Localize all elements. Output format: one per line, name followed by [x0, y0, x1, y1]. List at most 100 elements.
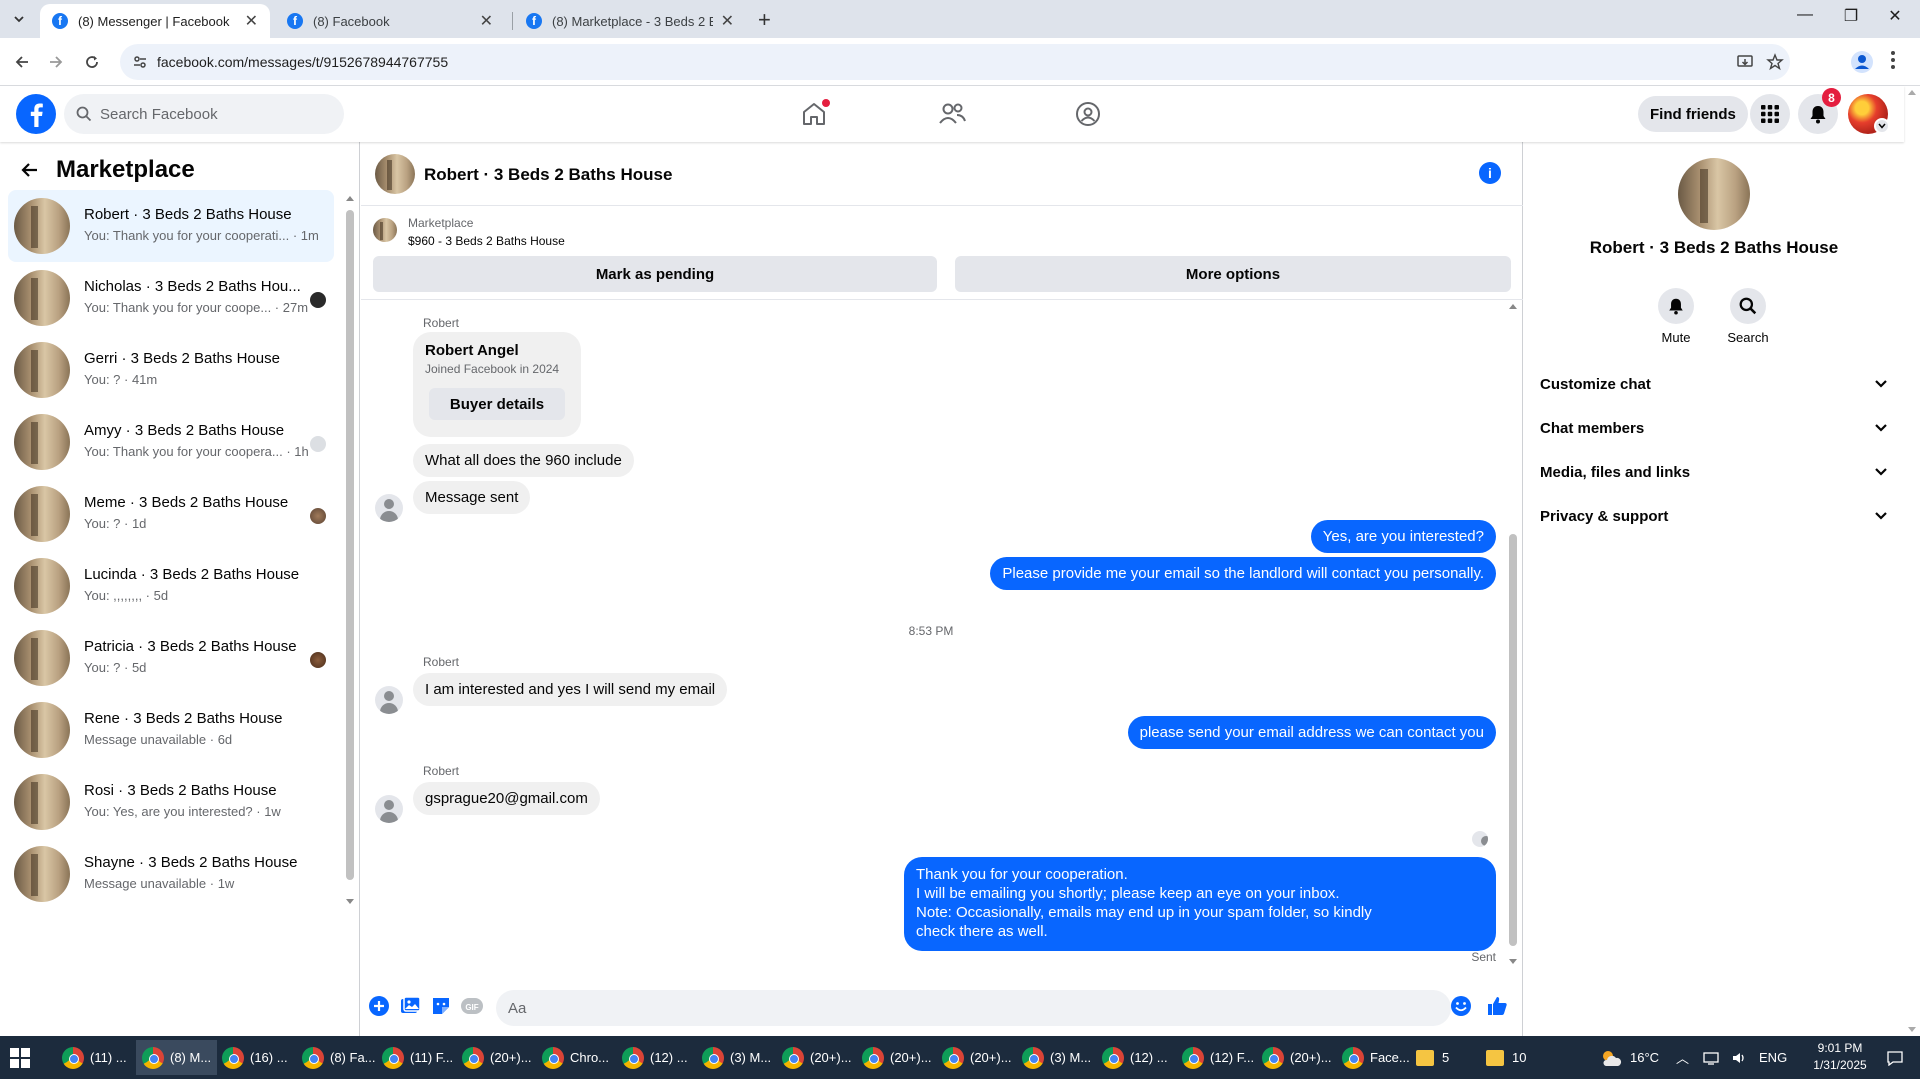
taskbar-item[interactable]: (12) ... [616, 1040, 694, 1075]
chrome-icon [1342, 1046, 1364, 1069]
tab-marketplace[interactable]: f (8) Marketplace - 3 Beds 2 Bath ✕ [514, 4, 746, 38]
facebook-search[interactable] [64, 94, 344, 134]
taskbar-item[interactable]: (8) Fa... [296, 1040, 382, 1075]
mark-pending-button[interactable]: Mark as pending [373, 256, 937, 292]
chat-item-shayne[interactable]: Shayne · 3 Beds 2 Baths House Message un… [8, 838, 334, 910]
page-scrollbar[interactable] [1904, 86, 1920, 1036]
sender-avatar[interactable] [375, 494, 403, 522]
nav-groups[interactable] [1070, 96, 1106, 132]
restore-button[interactable]: ❐ [1836, 6, 1866, 26]
emoji-icon[interactable] [1449, 994, 1473, 1018]
section-privacy-support[interactable]: Privacy & support [1540, 494, 1888, 538]
chat-item-rene[interactable]: Rene · 3 Beds 2 Baths House Message unav… [8, 694, 334, 766]
taskbar-item[interactable]: (20+)... [456, 1040, 538, 1075]
close-tab-icon[interactable]: ✕ [721, 11, 734, 31]
scroll-up-arrow-icon [1509, 304, 1517, 309]
taskbar-item[interactable]: (20+)... [1256, 1040, 1338, 1075]
taskbar-item[interactable]: (20+)... [936, 1040, 1018, 1075]
close-window-button[interactable]: ✕ [1880, 6, 1910, 26]
chat-preview: You: Thank you for your cooperati... · 1… [84, 228, 319, 243]
browser-menu-button[interactable] [1890, 50, 1896, 70]
search-input[interactable] [100, 94, 330, 134]
new-tab-button[interactable]: + [758, 7, 771, 33]
taskbar-item[interactable]: (3) M... [1016, 1040, 1097, 1075]
profile-icon [1851, 51, 1873, 73]
chat-item-lucinda[interactable]: Lucinda · 3 Beds 2 Baths House You: ,,,,… [8, 550, 334, 622]
nav-friends[interactable] [934, 96, 970, 132]
taskbar-label: (3) M... [1050, 1050, 1092, 1065]
chat-list-scrollbar[interactable] [345, 192, 355, 912]
message-input[interactable] [496, 990, 1451, 1026]
weather-widget[interactable]: 16°C [1600, 1036, 1659, 1079]
listing-title[interactable]: $960 - 3 Beds 2 Baths House [408, 234, 565, 248]
chevron-down-icon [1875, 380, 1887, 388]
contact-avatar[interactable] [1678, 158, 1750, 230]
photo-icon[interactable] [398, 994, 422, 1018]
message-scrollbar[interactable] [1507, 300, 1519, 970]
address-bar[interactable]: facebook.com/messages/t/9152678944767755 [120, 44, 1790, 80]
chat-item-amyy[interactable]: Amyy · 3 Beds 2 Baths House You: Thank y… [8, 406, 334, 478]
windows-start-icon[interactable] [10, 1048, 30, 1068]
account-chevron-icon[interactable] [1874, 118, 1890, 134]
gif-icon[interactable]: GIF [460, 994, 484, 1018]
scroll-thumb[interactable] [1509, 534, 1517, 946]
forward-button[interactable] [44, 50, 68, 74]
chat-item-gerri[interactable]: Gerri · 3 Beds 2 Baths House You: ? · 41… [8, 334, 334, 406]
close-tab-icon[interactable]: ✕ [245, 11, 258, 31]
buyer-details-button[interactable]: Buyer details [429, 388, 565, 420]
section-media-files-links[interactable]: Media, files and links [1540, 450, 1888, 494]
taskbar-item[interactable]: (12) F... [1176, 1040, 1260, 1075]
mute-button[interactable]: Mute [1646, 288, 1706, 345]
taskbar-label: (20+)... [890, 1050, 932, 1065]
search-conversation-button[interactable]: Search [1718, 288, 1778, 345]
conversation-title[interactable]: Robert · 3 Beds 2 Baths House [424, 165, 672, 185]
chat-item-rosi[interactable]: Rosi · 3 Beds 2 Baths House You: Yes, ar… [8, 766, 334, 838]
tab-messenger[interactable]: f (8) Messenger | Facebook ✕ [40, 4, 270, 38]
sender-avatar[interactable] [375, 686, 403, 714]
taskbar-item[interactable]: (20+)... [776, 1040, 858, 1075]
taskbar-item[interactable]: (3) M... [696, 1040, 777, 1075]
taskbar-item[interactable]: (11) ... [56, 1040, 133, 1075]
chat-item-patricia[interactable]: Patricia · 3 Beds 2 Baths House You: ? ·… [8, 622, 334, 694]
taskbar-item[interactable]: (12) ... [1096, 1040, 1174, 1075]
chat-item-nicholas[interactable]: Nicholas · 3 Beds 2 Baths Hou... You: Th… [8, 262, 334, 334]
reload-button[interactable] [80, 50, 104, 74]
tray-expand-icon[interactable]: ︿ [1676, 1048, 1689, 1067]
section-customize-chat[interactable]: Customize chat [1540, 362, 1888, 406]
more-options-button[interactable]: More options [955, 256, 1511, 292]
listing-thumbnail[interactable] [373, 218, 397, 242]
language-indicator[interactable]: ENG [1759, 1050, 1787, 1065]
taskbar-item[interactable]: 5 [1410, 1040, 1455, 1075]
taskbar-item[interactable]: (8) M... [136, 1040, 218, 1075]
taskbar-item[interactable]: 10 [1480, 1040, 1532, 1075]
close-tab-icon[interactable]: ✕ [480, 11, 493, 31]
profile-button[interactable] [1850, 50, 1874, 74]
taskbar-item[interactable]: (11) F... [376, 1040, 459, 1075]
scroll-down-arrow-icon [1509, 959, 1517, 964]
section-chat-members[interactable]: Chat members [1540, 406, 1888, 450]
notification-center-icon[interactable] [1886, 1036, 1904, 1079]
facebook-logo-icon[interactable] [16, 94, 56, 134]
taskbar-item[interactable]: (16) ... [216, 1040, 294, 1075]
chat-preview: You: Thank you for your coopera... · 1h [84, 444, 309, 459]
system-clock[interactable]: 9:01 PM 1/31/2025 [1800, 1040, 1880, 1074]
find-friends-button[interactable]: Find friends [1638, 96, 1748, 132]
back-button[interactable] [10, 50, 34, 74]
chat-item-meme[interactable]: Meme · 3 Beds 2 Baths House You: ? · 1d [8, 478, 334, 550]
menu-button[interactable] [1750, 94, 1790, 134]
taskbar-item[interactable]: Face... [1336, 1040, 1416, 1075]
scroll-thumb[interactable] [346, 210, 354, 880]
taskbar-item[interactable]: Chro... [536, 1040, 615, 1075]
tab-facebook[interactable]: f (8) Facebook ✕ [275, 4, 505, 38]
sticker-icon[interactable] [429, 994, 453, 1018]
taskbar-item[interactable]: (20+)... [856, 1040, 938, 1075]
sender-avatar[interactable] [375, 795, 403, 823]
tab-search-button[interactable] [8, 8, 30, 30]
info-icon[interactable]: i [1479, 162, 1501, 184]
conversation-avatar[interactable] [375, 154, 415, 194]
thumbs-up-icon[interactable] [1485, 994, 1509, 1018]
minimize-button[interactable]: — [1790, 6, 1820, 24]
back-arrow-icon[interactable] [20, 160, 40, 180]
chat-item-robert[interactable]: Robert · 3 Beds 2 Baths House You: Thank… [8, 190, 334, 262]
plus-circle-icon[interactable] [367, 994, 391, 1018]
